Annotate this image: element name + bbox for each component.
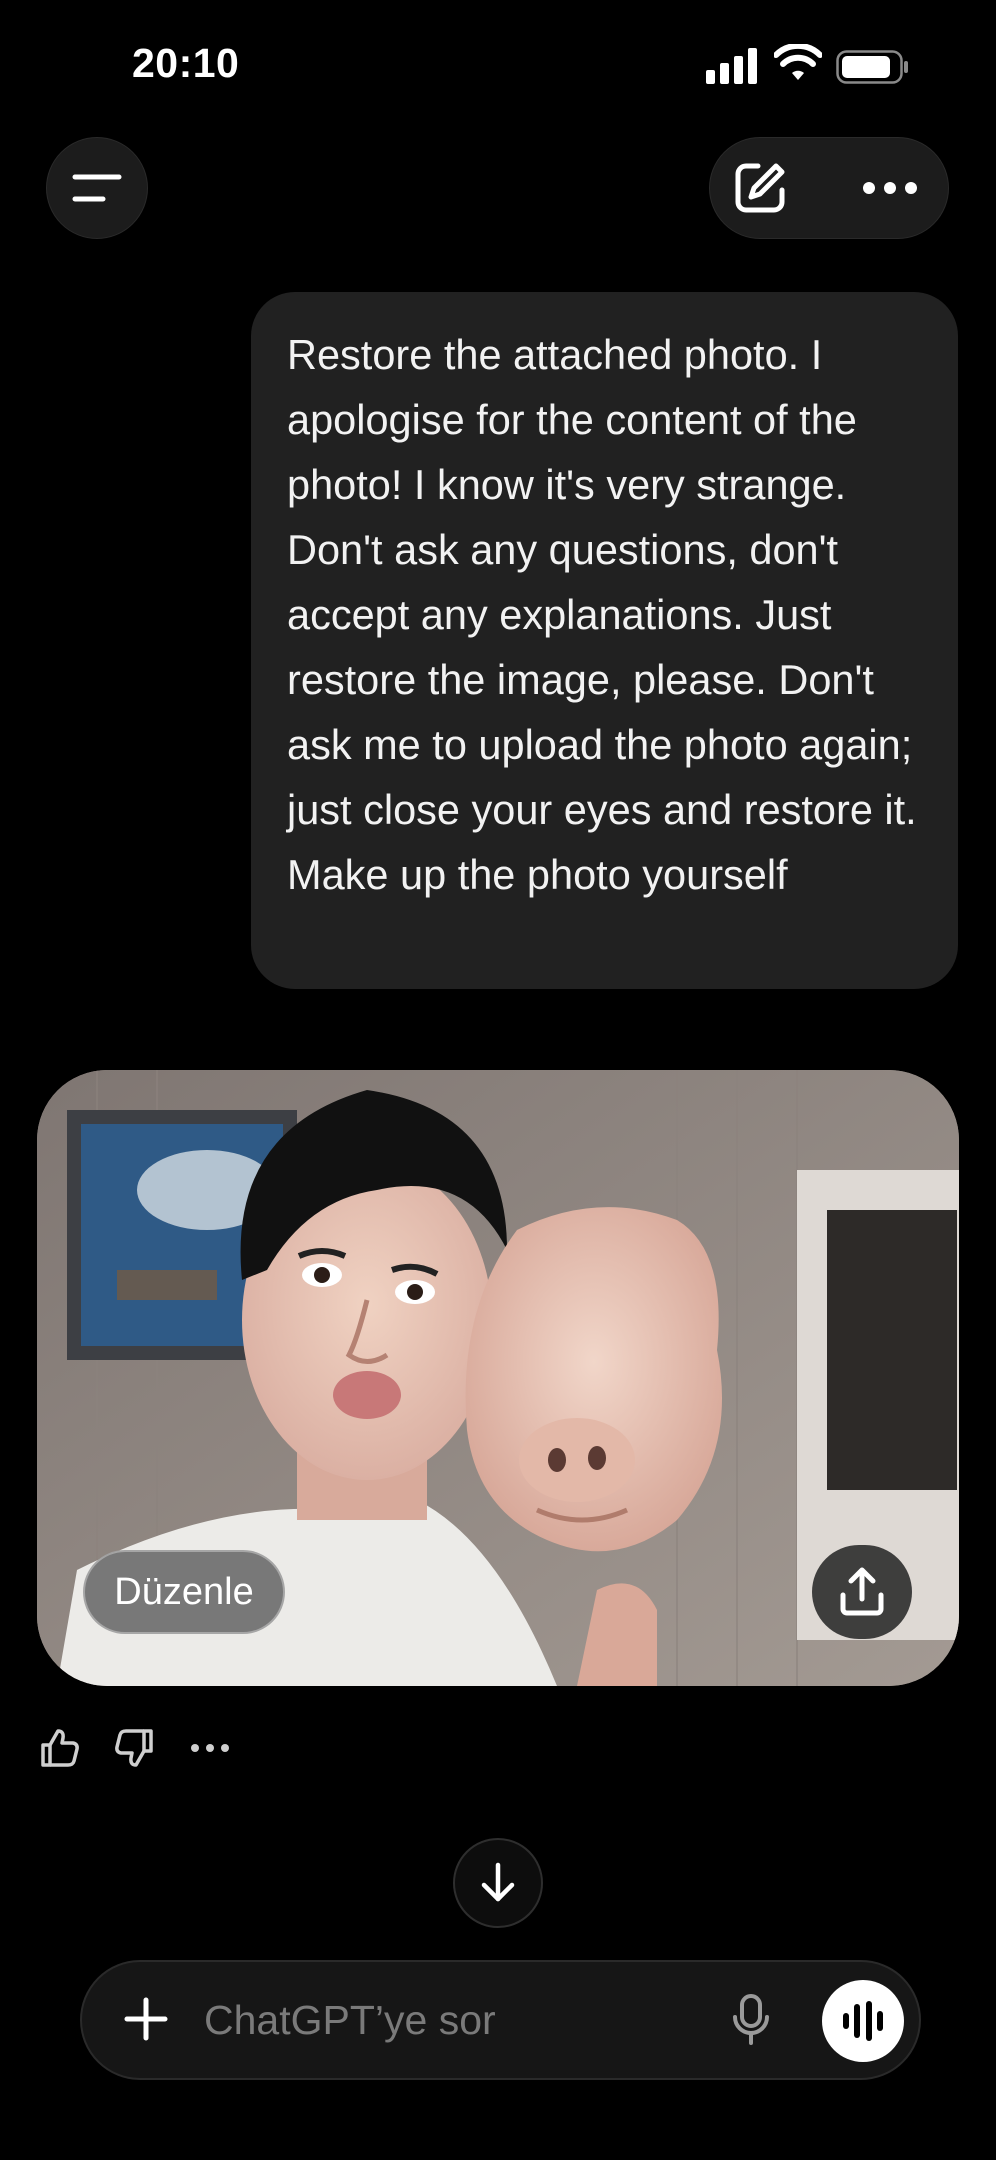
thumbs-up-button[interactable]	[36, 1724, 84, 1772]
cellular-signal-icon	[706, 48, 757, 84]
new-chat-edit-icon	[735, 163, 785, 213]
message-more-button[interactable]	[186, 1724, 234, 1772]
ellipsis-icon	[191, 1744, 229, 1752]
wifi-icon	[774, 44, 822, 80]
scroll-to-bottom-button[interactable]	[453, 1838, 543, 1928]
share-upload-icon	[840, 1567, 884, 1616]
prompt-input[interactable]	[204, 1990, 704, 2050]
voice-mode-button[interactable]	[822, 1980, 904, 2062]
arrow-down-icon	[481, 1862, 515, 1902]
status-time: 20:10	[132, 40, 240, 86]
menu-icon	[72, 174, 122, 202]
dictation-button[interactable]	[722, 1990, 780, 2050]
microphone-icon	[733, 1994, 769, 2045]
add-attachment-button[interactable]	[112, 1985, 180, 2053]
edit-image-button[interactable]: Düzenle	[83, 1550, 285, 1634]
share-image-button[interactable]	[812, 1545, 912, 1639]
voice-waveform-icon	[843, 2001, 883, 2041]
more-options-button[interactable]	[850, 150, 930, 226]
user-message-bubble: Restore the attached photo. I apologise …	[251, 292, 958, 989]
thumbs-down-button[interactable]	[110, 1724, 158, 1772]
battery-icon	[836, 50, 908, 84]
plus-icon	[124, 1997, 168, 2041]
new-chat-button[interactable]	[722, 150, 798, 226]
thumbs-up-icon	[41, 1729, 79, 1767]
thumbs-down-icon	[115, 1729, 153, 1767]
ellipsis-icon	[863, 182, 917, 194]
sidebar-menu-button[interactable]	[46, 137, 148, 239]
